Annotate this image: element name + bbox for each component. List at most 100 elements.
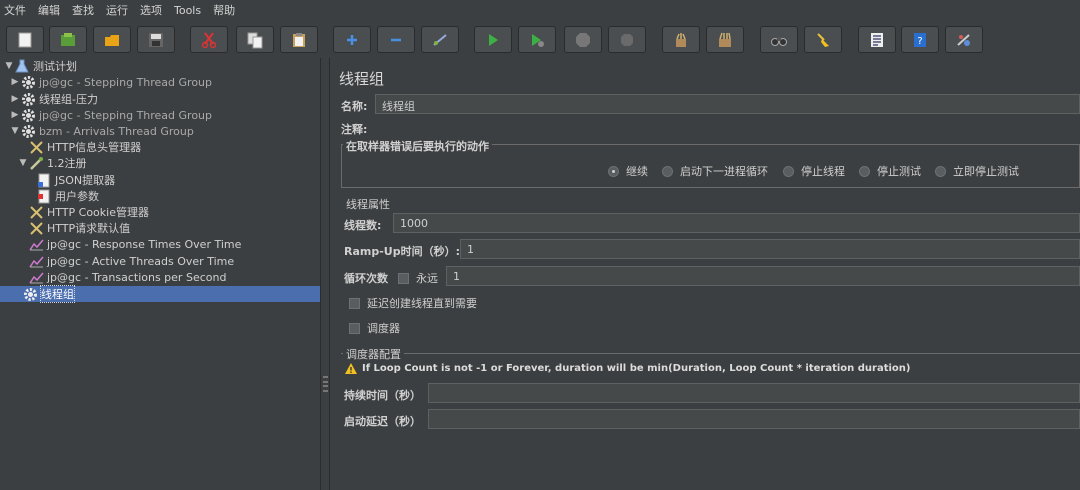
menu-options[interactable]: 选项 — [140, 2, 162, 18]
panel-splitter[interactable] — [320, 58, 330, 490]
clear-all-button[interactable] — [706, 26, 744, 53]
loop-count-input[interactable]: 1 — [446, 266, 1080, 286]
collapse-arrow-icon[interactable]: ▼ — [4, 61, 14, 71]
tree-node-label: jp@gc - Stepping Thread Group — [39, 108, 213, 122]
cut-button[interactable] — [190, 26, 228, 53]
threads-label: 线程数: — [344, 219, 382, 232]
copy-button[interactable] — [236, 26, 274, 53]
name-label: 名称: — [341, 100, 368, 113]
scheduler-checkbox[interactable]: 调度器 — [349, 320, 400, 336]
radio-label: 停止测试 — [877, 165, 921, 178]
tools-icon — [28, 139, 44, 155]
tree-node-test-plan[interactable]: ▼ 测试计划 — [4, 58, 77, 74]
remote-button[interactable] — [945, 26, 983, 53]
checkbox-icon — [349, 322, 360, 334]
radio-stop-test[interactable]: 停止测试 — [859, 163, 921, 179]
tree-node-response-times[interactable]: jp@gc - Response Times Over Time — [28, 236, 241, 252]
radio-selected-icon — [608, 165, 619, 177]
delay-thread-creation-checkbox[interactable]: 延迟创建线程直到需要 — [349, 295, 477, 311]
expand-all-button[interactable] — [333, 26, 371, 53]
tree-node-thread-group-pressure[interactable]: ▶ 线程组-压力 — [10, 91, 98, 107]
tools-icon — [28, 220, 44, 236]
menu-search[interactable]: 查找 — [72, 2, 94, 18]
tree-node-user-parameters[interactable]: 用户参数 — [36, 188, 99, 204]
radio-start-next-loop[interactable]: 启动下一进程循环 — [662, 163, 768, 179]
tree-node-http-header-manager[interactable]: HTTP信息头管理器 — [28, 139, 141, 155]
tree-node-register-sampler[interactable]: ▼ 1.2注册 — [18, 155, 87, 171]
chart-icon — [28, 236, 44, 252]
threads-input[interactable]: 1000 — [393, 213, 1080, 233]
collapse-arrow-icon[interactable]: ▼ — [18, 158, 28, 168]
help-button[interactable]: ? — [901, 26, 939, 53]
collapse-arrow-icon[interactable]: ▼ — [10, 126, 20, 136]
gear-icon — [22, 286, 38, 302]
gear-icon — [20, 74, 36, 90]
toggle-button[interactable] — [421, 26, 459, 53]
expand-arrow-icon[interactable]: ▶ — [10, 110, 20, 120]
search-button[interactable] — [760, 26, 798, 53]
tree-node-json-extractor[interactable]: JSON提取器 — [36, 172, 115, 188]
gear-icon — [20, 91, 36, 107]
shutdown-button[interactable] — [608, 26, 646, 53]
radio-continue[interactable]: 继续 — [608, 163, 648, 179]
tree-node-http-request-defaults[interactable]: HTTP请求默认值 — [28, 220, 130, 236]
expand-arrow-icon[interactable]: ▶ — [10, 94, 20, 104]
menu-file[interactable]: 文件 — [4, 2, 26, 18]
page-title: 线程组 — [339, 70, 385, 88]
radio-icon — [662, 165, 673, 177]
tree-node-transactions-per-second[interactable]: jp@gc - Transactions per Second — [28, 269, 226, 285]
checkbox-label: 调度器 — [367, 322, 400, 335]
new-button[interactable] — [6, 26, 44, 53]
tree-node-stepping-thread-group-2[interactable]: ▶ jp@gc - Stepping Thread Group — [10, 107, 212, 123]
menu-run[interactable]: 运行 — [106, 2, 128, 18]
radio-label: 继续 — [626, 165, 648, 178]
menu-tools[interactable]: Tools — [174, 4, 201, 17]
clear-button[interactable] — [662, 26, 700, 53]
scheduler-config-divider — [341, 353, 1080, 354]
start-icon — [489, 33, 498, 46]
tree-node-arrivals-thread-group[interactable]: ▼ bzm - Arrivals Thread Group — [10, 123, 194, 139]
collapse-all-button[interactable] — [377, 26, 415, 53]
forever-checkbox[interactable]: 永远 — [398, 270, 438, 286]
clear-icon — [676, 32, 686, 47]
radio-stop-test-now[interactable]: 立即停止测试 — [935, 163, 1019, 179]
paste-button[interactable] — [280, 26, 318, 53]
save-icon — [149, 32, 163, 47]
radio-label: 立即停止测试 — [953, 165, 1019, 178]
start-no-pauses-button[interactable] — [518, 26, 556, 53]
tree-node-stepping-thread-group-1[interactable]: ▶ jp@gc - Stepping Thread Group — [10, 74, 212, 90]
start-button[interactable] — [474, 26, 512, 53]
rampup-input[interactable]: 1 — [460, 239, 1080, 259]
checkbox-label: 永远 — [416, 272, 438, 285]
remote-icon — [957, 33, 970, 46]
tree-node-http-cookie-manager[interactable]: HTTP Cookie管理器 — [28, 204, 149, 220]
tree-node-label: HTTP信息头管理器 — [47, 141, 142, 154]
stop-icon — [576, 32, 590, 47]
toolbar: ? — [0, 22, 1080, 58]
stop-button[interactable] — [564, 26, 602, 53]
menu-edit[interactable]: 编辑 — [38, 2, 60, 18]
tree-node-active-threads[interactable]: jp@gc - Active Threads Over Time — [28, 253, 234, 269]
save-button[interactable] — [137, 26, 175, 53]
expand-arrow-icon[interactable]: ▶ — [10, 77, 20, 87]
tree-node-thread-group-selected[interactable]: 线程组 — [0, 285, 320, 303]
radio-stop-thread[interactable]: 停止线程 — [783, 163, 845, 179]
menu-help[interactable]: 帮助 — [213, 2, 235, 18]
tools-icon — [28, 204, 44, 220]
function-helper-button[interactable] — [858, 26, 896, 53]
startup-delay-input[interactable] — [428, 409, 1080, 429]
duration-input[interactable] — [428, 383, 1080, 403]
checkbox-icon — [349, 297, 360, 309]
tree-node-label: 线程组 — [40, 285, 75, 303]
chart-icon — [28, 253, 44, 269]
startup-delay-label: 启动延迟（秒） — [344, 415, 421, 428]
templates-button[interactable] — [49, 26, 87, 53]
tree-node-label: HTTP请求默认值 — [47, 222, 131, 235]
name-input[interactable]: 线程组 — [375, 94, 1080, 114]
chart-icon — [28, 269, 44, 285]
open-button[interactable] — [93, 26, 131, 53]
splitter-grip-icon — [323, 376, 328, 392]
binoculars-icon — [771, 36, 787, 46]
tree-node-label: jp@gc - Transactions per Second — [47, 270, 227, 284]
reset-search-button[interactable] — [804, 26, 842, 53]
